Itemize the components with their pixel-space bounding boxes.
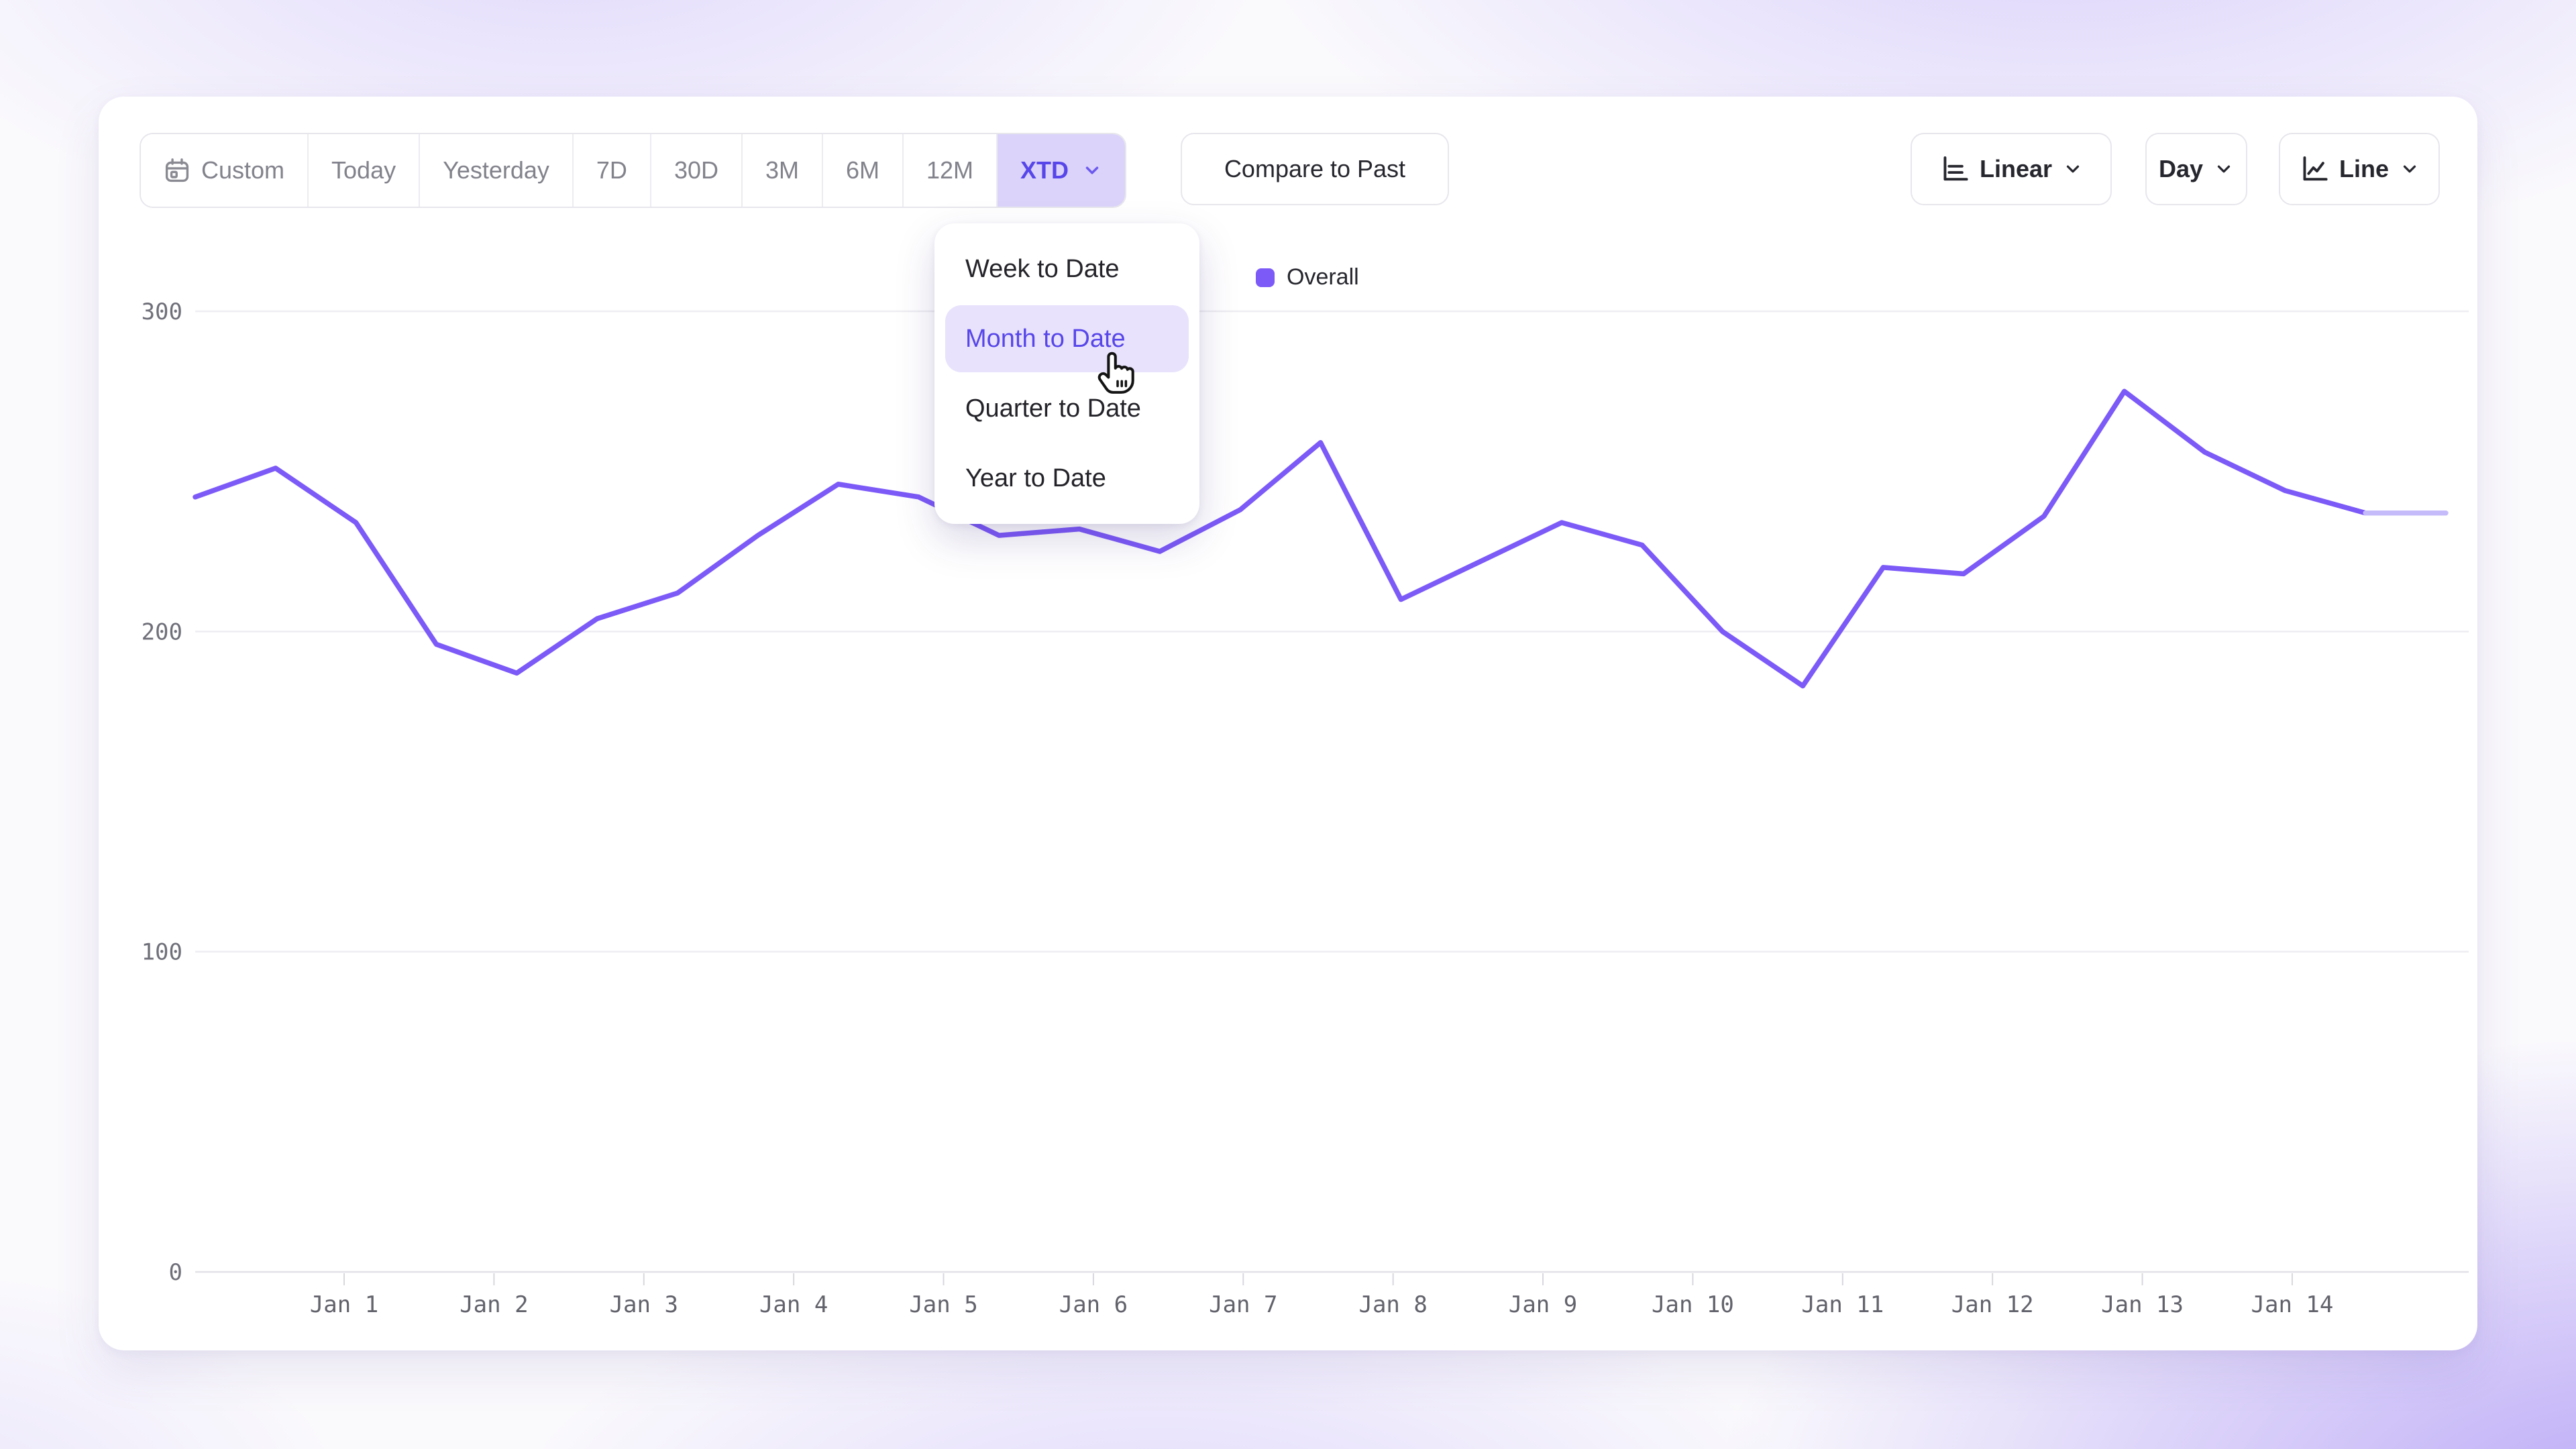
- y-axis-tick-label: 300: [142, 299, 182, 325]
- axis-linear-icon: [1939, 154, 1969, 184]
- range-today-button[interactable]: Today: [309, 134, 420, 207]
- chart-line-overall: [195, 391, 2365, 686]
- range-30d-button[interactable]: 30D: [651, 134, 743, 207]
- x-axis-tick-label: Jan 3: [610, 1291, 678, 1318]
- range-12m-button[interactable]: 12M: [904, 134, 998, 207]
- legend-label: Overall: [1287, 264, 1359, 290]
- range-3m-button[interactable]: 3M: [743, 134, 823, 207]
- chevron-down-icon: [2214, 159, 2234, 179]
- menu-item-month-to-date[interactable]: Month to Date: [945, 305, 1189, 372]
- line-chart-icon: [2299, 154, 2328, 184]
- chart-legend: Overall: [1256, 264, 1359, 290]
- x-axis-tick-label: Jan 1: [310, 1291, 378, 1318]
- hand-pointer-icon: [1092, 346, 1144, 398]
- chevron-down-icon: [2063, 159, 2083, 179]
- compare-to-past-button[interactable]: Compare to Past: [1181, 133, 1449, 205]
- x-axis-tick-label: Jan 6: [1059, 1291, 1128, 1318]
- y-axis-tick-label: 0: [169, 1259, 182, 1286]
- menu-item-week-to-date[interactable]: Week to Date: [945, 235, 1189, 303]
- overall-line-chart: 0 100 200 300 Jan 1 Jan 2 Jan 3 Jan 4 Jan 5 Jan 6…: [0, 0, 2576, 1449]
- calendar-icon: [164, 157, 191, 184]
- menu-item-year-to-date[interactable]: Year to Date: [945, 445, 1189, 512]
- x-axis-tick-label: Jan 8: [1358, 1291, 1427, 1318]
- x-axis-tick-label: Jan 11: [1801, 1291, 1884, 1318]
- x-axis-tick-label: Jan 14: [2251, 1291, 2334, 1318]
- x-axis-tick-label: Jan 10: [1652, 1291, 1734, 1318]
- range-xtd-button[interactable]: XTD: [998, 134, 1125, 207]
- x-axis-tick-label: Jan 9: [1509, 1291, 1577, 1318]
- range-custom-button[interactable]: Custom: [141, 134, 309, 207]
- range-7d-button[interactable]: 7D: [574, 134, 651, 207]
- y-axis-tick-label: 100: [142, 939, 182, 966]
- range-6m-button[interactable]: 6M: [823, 134, 904, 207]
- date-range-segmented-control: Custom Today Yesterday 7D 30D 3M 6M 12M …: [140, 133, 1126, 208]
- x-axis-tick-label: Jan 4: [759, 1291, 828, 1318]
- chevron-down-icon: [2400, 159, 2420, 179]
- chevron-down-icon: [1082, 160, 1102, 180]
- period-dropdown-menu: Week to Date Month to Date Quarter to Da…: [934, 223, 1199, 524]
- chart-type-dropdown-button[interactable]: Line: [2279, 133, 2440, 205]
- x-axis-tick-label: Jan 5: [909, 1291, 977, 1318]
- x-axis-tick-label: Jan 2: [460, 1291, 528, 1318]
- x-axis-tick-label: Jan 12: [1951, 1291, 2034, 1318]
- interval-dropdown-button[interactable]: Day: [2145, 133, 2247, 205]
- app-background: { "toolbar": { "ranges": [ {"label": "Cu…: [0, 0, 2576, 1449]
- x-axis-tick-label: Jan 7: [1209, 1291, 1277, 1318]
- range-yesterday-button[interactable]: Yesterday: [420, 134, 574, 207]
- scale-dropdown-button[interactable]: Linear: [1911, 133, 2112, 205]
- legend-swatch: [1256, 268, 1275, 287]
- x-axis-tick-label: Jan 13: [2101, 1291, 2184, 1318]
- y-axis-tick-label: 200: [142, 619, 182, 645]
- menu-item-quarter-to-date[interactable]: Quarter to Date: [945, 375, 1189, 442]
- range-custom-label: Custom: [201, 156, 284, 184]
